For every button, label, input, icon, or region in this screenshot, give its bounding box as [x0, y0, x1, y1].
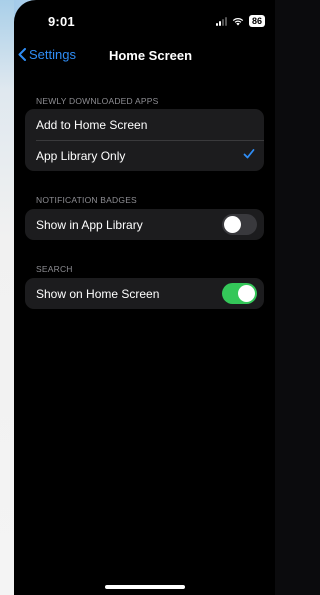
option-app-library-only[interactable]: App Library Only	[25, 140, 264, 171]
badges-group: Show in App Library	[25, 209, 264, 240]
status-icons: 86	[215, 15, 265, 27]
option-add-to-home-screen[interactable]: Add to Home Screen	[25, 109, 264, 140]
search-group: Show on Home Screen	[25, 278, 264, 309]
home-indicator[interactable]	[104, 585, 185, 589]
section-header-downloads: NEWLY DOWNLOADED APPS	[36, 96, 159, 106]
section-header-search: SEARCH	[36, 264, 73, 274]
option-label: App Library Only	[36, 148, 126, 163]
option-label: Add to Home Screen	[36, 117, 148, 132]
checkmark-icon	[243, 149, 255, 159]
cellular-signal-icon	[215, 16, 227, 26]
show-on-home-screen-toggle[interactable]	[222, 283, 257, 304]
battery-icon: 86	[248, 15, 265, 27]
row-label: Show in App Library	[36, 217, 143, 232]
toggle-knob	[224, 216, 241, 233]
status-time: 9:01	[48, 14, 75, 29]
row-label: Show on Home Screen	[36, 286, 160, 301]
toggle-knob	[238, 285, 255, 302]
navigation-bar: Settings Home Screen	[14, 44, 275, 68]
show-in-app-library-toggle[interactable]	[222, 214, 257, 235]
downloads-group: Add to Home Screen App Library Only	[25, 109, 264, 171]
status-bar: 9:01 86	[14, 0, 275, 36]
phone-screen: 9:01 86 Settings Home Screen NEWLY DOWNL…	[14, 0, 275, 595]
row-show-on-home-screen: Show on Home Screen	[25, 278, 264, 309]
section-header-badges: NOTIFICATION BADGES	[36, 195, 137, 205]
wifi-icon	[232, 17, 244, 25]
wallpaper-edge	[0, 0, 14, 595]
row-show-in-app-library: Show in App Library	[25, 209, 264, 240]
page-title: Home Screen	[108, 48, 193, 63]
